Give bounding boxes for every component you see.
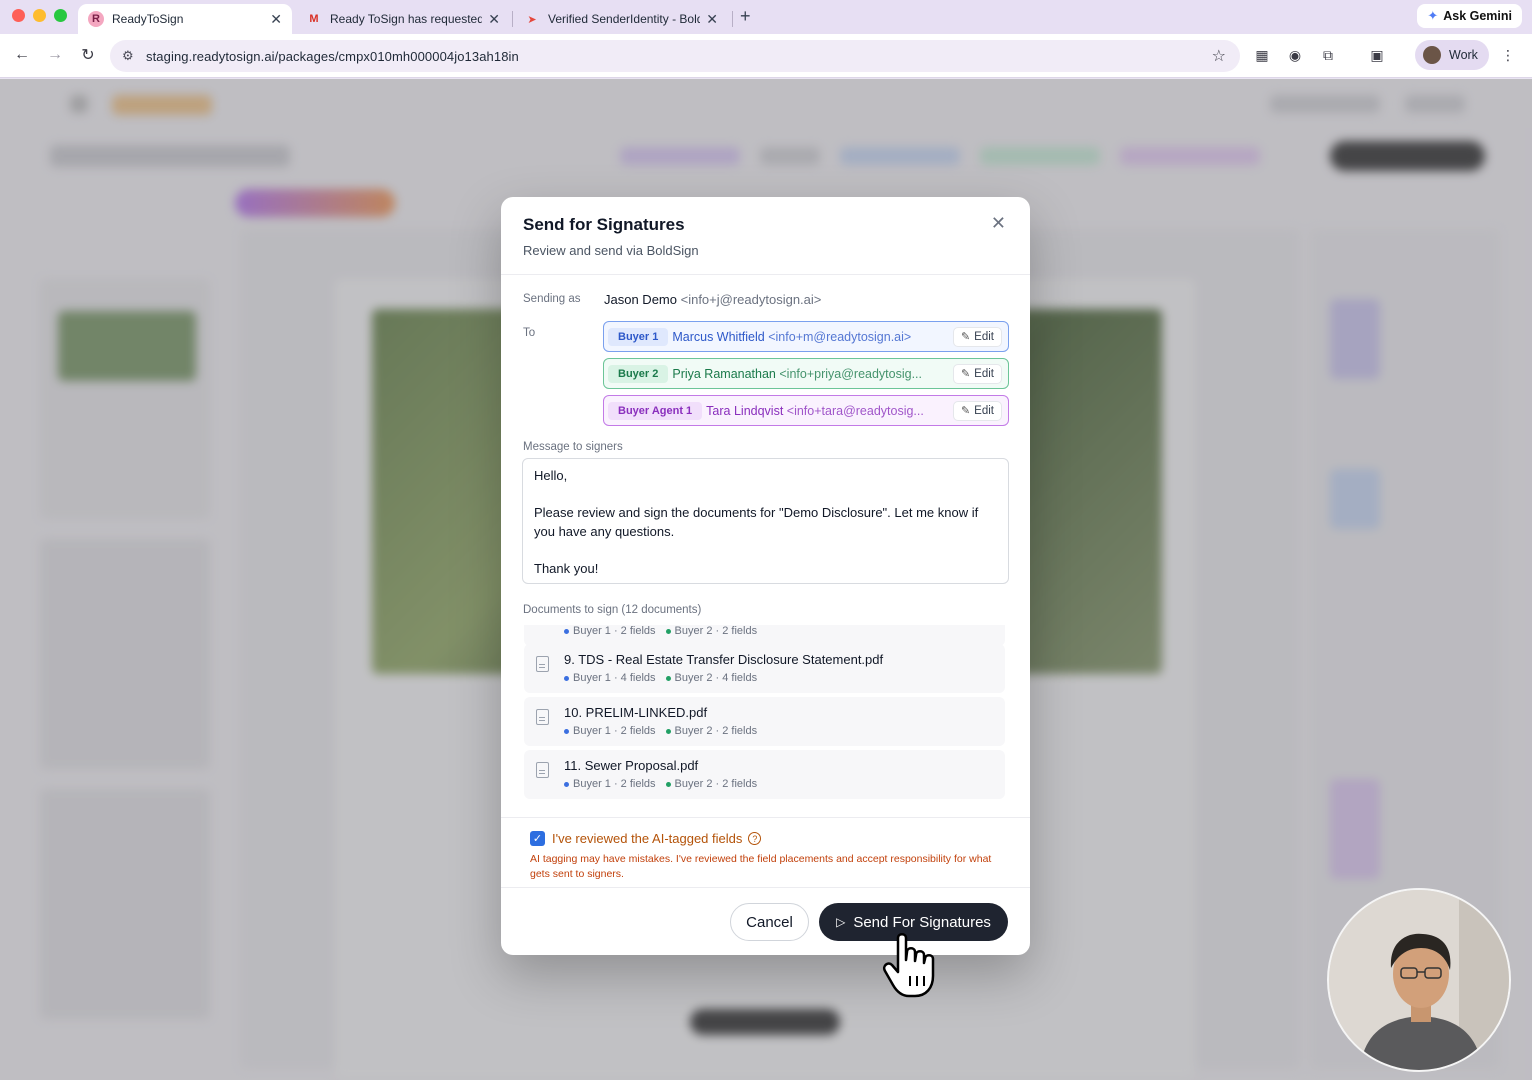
divider: [501, 887, 1030, 888]
new-tab-button[interactable]: +: [740, 6, 751, 27]
document-name: 10. PRELIM-LINKED.pdf: [564, 705, 708, 720]
site-settings-icon[interactable]: ⚙: [122, 48, 138, 64]
document-name: 11. Sewer Proposal.pdf: [564, 758, 699, 773]
close-window-button[interactable]: [12, 9, 25, 22]
boldsign-favicon-icon: ➤: [527, 13, 537, 26]
close-icon[interactable]: ✕: [991, 213, 1006, 234]
hand-cursor-icon: [883, 933, 935, 998]
send-for-signatures-dialog: Send for Signatures Review and send via …: [501, 197, 1030, 955]
documents-label: Documents to sign (12 documents): [523, 604, 702, 616]
tab-title: ReadyToSign: [112, 12, 184, 26]
tab-title: Verified SenderIdentity - Bold: [548, 12, 701, 26]
ask-gemini-button[interactable]: ✦ Ask Gemini: [1417, 4, 1522, 28]
sender: Jason Demo <info+j@readytosign.ai>: [604, 292, 821, 307]
tab-search-icon[interactable]: ▣: [1368, 46, 1386, 64]
documents-list[interactable]: Buyer 1 · 2 fields Buyer 2 · 2 fields 9.…: [522, 625, 1009, 803]
dialog-title: Send for Signatures: [523, 215, 685, 234]
url-text[interactable]: staging.readytosign.ai/packages/cmpx010m…: [146, 49, 519, 64]
list-item: Buyer 1 · 2 fields Buyer 2 · 2 fields: [524, 625, 1005, 646]
profile-label: Work: [1449, 48, 1478, 62]
tab-readytosign[interactable]: R ReadyToSign ✕: [78, 4, 292, 34]
puzzle-extensions-icon[interactable]: ⧉: [1319, 46, 1337, 64]
document-signers: Buyer 1 · 2 fields Buyer 2 · 2 fields: [564, 725, 757, 737]
recipient-role-badge: Buyer 2: [608, 364, 669, 383]
more-menu-icon[interactable]: ⋮: [1499, 46, 1517, 64]
cancel-button[interactable]: Cancel: [730, 903, 809, 941]
readytosign-favicon-icon: R: [88, 11, 104, 27]
tab-strip: R ReadyToSign ✕ M Ready ToSign has reque…: [0, 0, 1532, 34]
camera-icon[interactable]: ◉: [1286, 46, 1304, 64]
close-tab-icon[interactable]: ✕: [706, 11, 718, 28]
review-checkbox[interactable]: ✓: [530, 831, 545, 846]
back-icon[interactable]: ←: [11, 44, 33, 66]
tab-title: Ready ToSign has requested y: [330, 12, 483, 26]
review-warning: AI tagging may have mistakes. I've revie…: [530, 853, 992, 880]
tab-boldsign[interactable]: ➤ Verified SenderIdentity - Bold ✕: [514, 4, 728, 34]
sender-email: <info+j@readytosign.ai>: [680, 292, 822, 307]
gemini-sparkle-icon: ✦: [1427, 8, 1439, 23]
address-bar[interactable]: ⚙ staging.readytosign.ai/packages/cmpx01…: [110, 40, 1240, 72]
presenter-video-icon: [1329, 890, 1509, 1070]
edit-recipient-button[interactable]: ✎ Edit: [952, 400, 1002, 421]
recipient-chip: Buyer 1 Marcus Whitfield <info+m@readyto…: [603, 321, 1009, 352]
extension-icon[interactable]: ▦: [1253, 46, 1271, 64]
send-icon: ▷: [836, 915, 846, 929]
forward-icon[interactable]: →: [44, 44, 66, 66]
bookmark-star-icon[interactable]: ☆: [1212, 46, 1226, 66]
recipient-name: Tara Lindqvist <info+tara@readytosig...: [706, 403, 924, 418]
tab-gmail[interactable]: M Ready ToSign has requested y ✕: [296, 4, 510, 34]
avatar: [1423, 46, 1441, 64]
help-icon[interactable]: ?: [748, 832, 762, 845]
webcam-presenter: [1327, 888, 1511, 1072]
sender-name: Jason Demo: [604, 292, 677, 307]
message-label: Message to signers: [523, 441, 623, 453]
send-label: Send For Signatures: [853, 913, 991, 931]
close-tab-icon[interactable]: ✕: [270, 11, 282, 28]
document-signers: Buyer 1 · 2 fields Buyer 2 · 2 fields: [564, 778, 757, 790]
recipient-chip: Buyer Agent 1 Tara Lindqvist <info+tara@…: [603, 395, 1009, 426]
edit-pencil-icon: ✎: [960, 405, 971, 417]
document-icon: [536, 709, 549, 725]
review-checkbox-label[interactable]: I've reviewed the AI-tagged fields ?: [552, 831, 762, 846]
message-textarea[interactable]: Hello, Please review and sign the docume…: [522, 458, 1009, 584]
recipient-role-badge: Buyer 1: [608, 327, 669, 346]
ask-gemini-label: Ask Gemini: [1443, 9, 1512, 23]
edit-pencil-icon: ✎: [960, 331, 971, 343]
list-item: 10. PRELIM-LINKED.pdf Buyer 1 · 2 fields…: [524, 697, 1005, 746]
edit-pencil-icon: ✎: [960, 368, 971, 380]
recipient-name: Marcus Whitfield <info+m@readytosign.ai>: [672, 329, 912, 344]
recipient-role-badge: Buyer Agent 1: [608, 401, 703, 420]
recipient-name: Priya Ramanathan <info+priya@readytosig.…: [672, 366, 923, 381]
edit-recipient-button[interactable]: ✎ Edit: [952, 363, 1002, 384]
document-icon: [536, 656, 549, 672]
gmail-favicon-icon: M: [309, 13, 319, 25]
dialog-header: Send for Signatures Review and send via …: [501, 197, 1030, 275]
tab-divider: [732, 11, 733, 27]
dialog-subtitle: Review and send via BoldSign: [523, 243, 699, 258]
document-name: 9. TDS - Real Estate Transfer Disclosure…: [564, 652, 884, 667]
recipient-chip: Buyer 2 Priya Ramanathan <info+priya@rea…: [603, 358, 1009, 389]
edit-recipient-button[interactable]: ✎ Edit: [952, 326, 1002, 347]
tab-divider: [512, 11, 513, 27]
profile-button[interactable]: Work: [1415, 40, 1489, 70]
close-tab-icon[interactable]: ✕: [488, 11, 500, 28]
list-item: 9. TDS - Real Estate Transfer Disclosure…: [524, 644, 1005, 693]
sending-as-label: Sending as: [523, 293, 581, 305]
browser-toolbar: ← → ↻ ⚙ staging.readytosign.ai/packages/…: [0, 34, 1532, 78]
maximize-window-button[interactable]: [54, 9, 67, 22]
divider: [501, 817, 1030, 818]
document-signers: Buyer 1 · 2 fields Buyer 2 · 2 fields: [564, 625, 757, 637]
to-label: To: [523, 327, 536, 339]
reload-icon[interactable]: ↻: [77, 44, 99, 66]
document-signers: Buyer 1 · 4 fields Buyer 2 · 4 fields: [564, 672, 757, 684]
document-icon: [536, 762, 549, 778]
minimize-window-button[interactable]: [33, 9, 46, 22]
list-item: 11. Sewer Proposal.pdf Buyer 1 · 2 field…: [524, 750, 1005, 799]
